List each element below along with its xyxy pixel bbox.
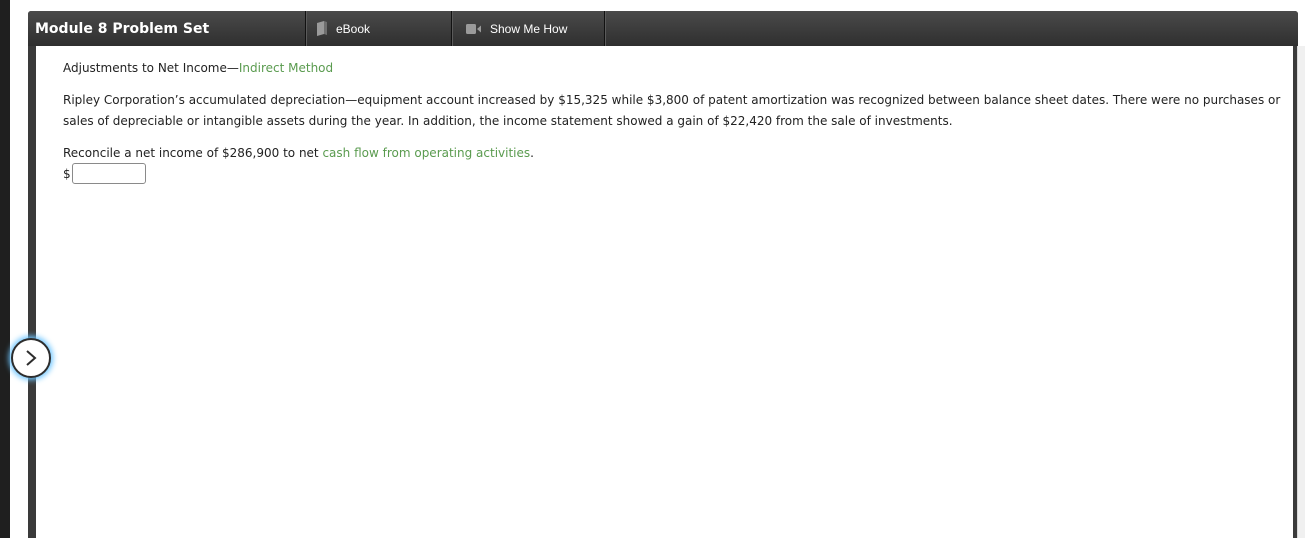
- problem-paragraph: Ripley Corporation’s accumulated depreci…: [63, 93, 1281, 128]
- currency-symbol: $: [63, 166, 71, 181]
- answer-row: $: [63, 163, 146, 184]
- show-me-how-tab[interactable]: Show Me How: [452, 11, 605, 46]
- ebook-tab[interactable]: eBook: [306, 11, 452, 46]
- book-icon: [316, 20, 328, 37]
- question-suffix: .: [530, 146, 534, 160]
- header-filler: [605, 11, 1298, 46]
- heading-prefix: Adjustments to Net Income—: [63, 61, 239, 75]
- chevron-right-icon: [24, 349, 38, 367]
- show-me-how-tab-label: Show Me How: [490, 21, 568, 36]
- video-camera-icon: [466, 23, 482, 34]
- ebook-tab-label: eBook: [336, 21, 371, 36]
- problem-content: Adjustments to Net Income—Indirect Metho…: [36, 46, 1293, 538]
- answer-input[interactable]: [71, 163, 146, 184]
- problem-heading: Adjustments to Net Income—Indirect Metho…: [63, 58, 1281, 79]
- cash-flow-operating-activities-link[interactable]: cash flow from operating activities: [322, 146, 530, 160]
- panel-title: Module 8 Problem Set: [28, 11, 306, 46]
- problem-question: Reconcile a net income of $286,900 to ne…: [63, 143, 1281, 164]
- indirect-method-link[interactable]: Indirect Method: [239, 61, 333, 75]
- panel-header: Module 8 Problem Set eBook Show Me How: [28, 11, 1298, 46]
- right-scrollbar[interactable]: [1297, 46, 1305, 538]
- problem-panel: Module 8 Problem Set eBook Show Me How A…: [28, 11, 1298, 538]
- next-nav-button[interactable]: [11, 338, 51, 378]
- question-prefix: Reconcile a net income of $286,900 to ne…: [63, 146, 323, 160]
- left-sidebar-strip: [0, 0, 10, 538]
